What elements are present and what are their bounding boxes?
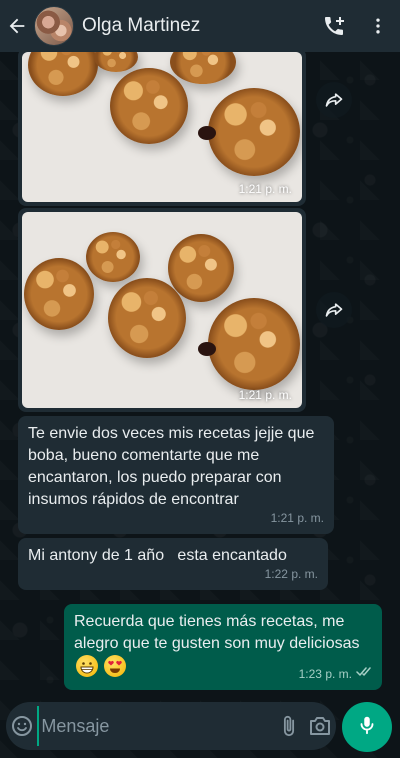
cookie <box>24 258 94 330</box>
image-message[interactable]: 1:21 p. m. <box>18 48 306 206</box>
cookie <box>208 298 300 390</box>
raisin <box>198 126 216 140</box>
cookie <box>28 52 98 96</box>
message-time: 1:22 p. m. <box>264 567 318 581</box>
chat-header: Olga Martinez <box>0 0 400 52</box>
message-composer <box>6 702 336 750</box>
message-time: 1:21 p. m. <box>270 511 324 525</box>
heart-eyes-emoji-icon <box>104 655 127 677</box>
message-text: Mi antony de 1 año esta encantado <box>28 547 287 564</box>
image-message[interactable]: 1:21 p. m. <box>18 208 306 412</box>
cookie <box>208 88 300 176</box>
outgoing-message[interactable]: Recuerda que tienes más recetas, me aleg… <box>64 604 382 690</box>
message-text: Recuerda que tienes más recetas, me aleg… <box>74 613 360 652</box>
more-vertical-icon[interactable] <box>356 0 400 52</box>
microphone-button[interactable] <box>342 702 392 752</box>
incoming-message[interactable]: Mi antony de 1 año esta encantado 1:22 p… <box>18 538 328 590</box>
cookie <box>110 68 188 144</box>
message-time: 1:21 p. m. <box>238 182 292 196</box>
cookie <box>168 234 234 302</box>
camera-icon[interactable] <box>305 702 336 750</box>
back-arrow-icon[interactable] <box>0 0 34 52</box>
raisin <box>198 342 216 356</box>
forward-icon[interactable] <box>316 82 352 118</box>
cookie <box>170 52 236 84</box>
attach-icon[interactable] <box>273 702 304 750</box>
grinning-emoji-icon <box>76 655 98 677</box>
cookie <box>108 278 186 358</box>
read-receipt-icon <box>356 662 374 684</box>
cookie-photo[interactable]: 1:21 p. m. <box>22 212 302 408</box>
contact-avatar[interactable] <box>34 6 74 46</box>
cookie <box>86 232 140 282</box>
contact-name[interactable]: Olga Martinez <box>82 15 312 37</box>
emoji-sticker-icon[interactable] <box>6 702 37 750</box>
message-time: 1:23 p. m. <box>298 667 352 681</box>
microphone-icon <box>356 713 378 742</box>
forward-icon[interactable] <box>316 292 352 328</box>
add-call-icon[interactable] <box>312 0 356 52</box>
message-time: 1:21 p. m. <box>238 388 292 402</box>
cookie-photo[interactable]: 1:21 p. m. <box>22 52 302 202</box>
cookie <box>94 52 138 72</box>
incoming-message[interactable]: Te envie dos veces mis recetas jejje que… <box>18 416 334 534</box>
message-input[interactable] <box>37 706 274 746</box>
message-text: Te envie dos veces mis recetas jejje que… <box>28 425 315 508</box>
